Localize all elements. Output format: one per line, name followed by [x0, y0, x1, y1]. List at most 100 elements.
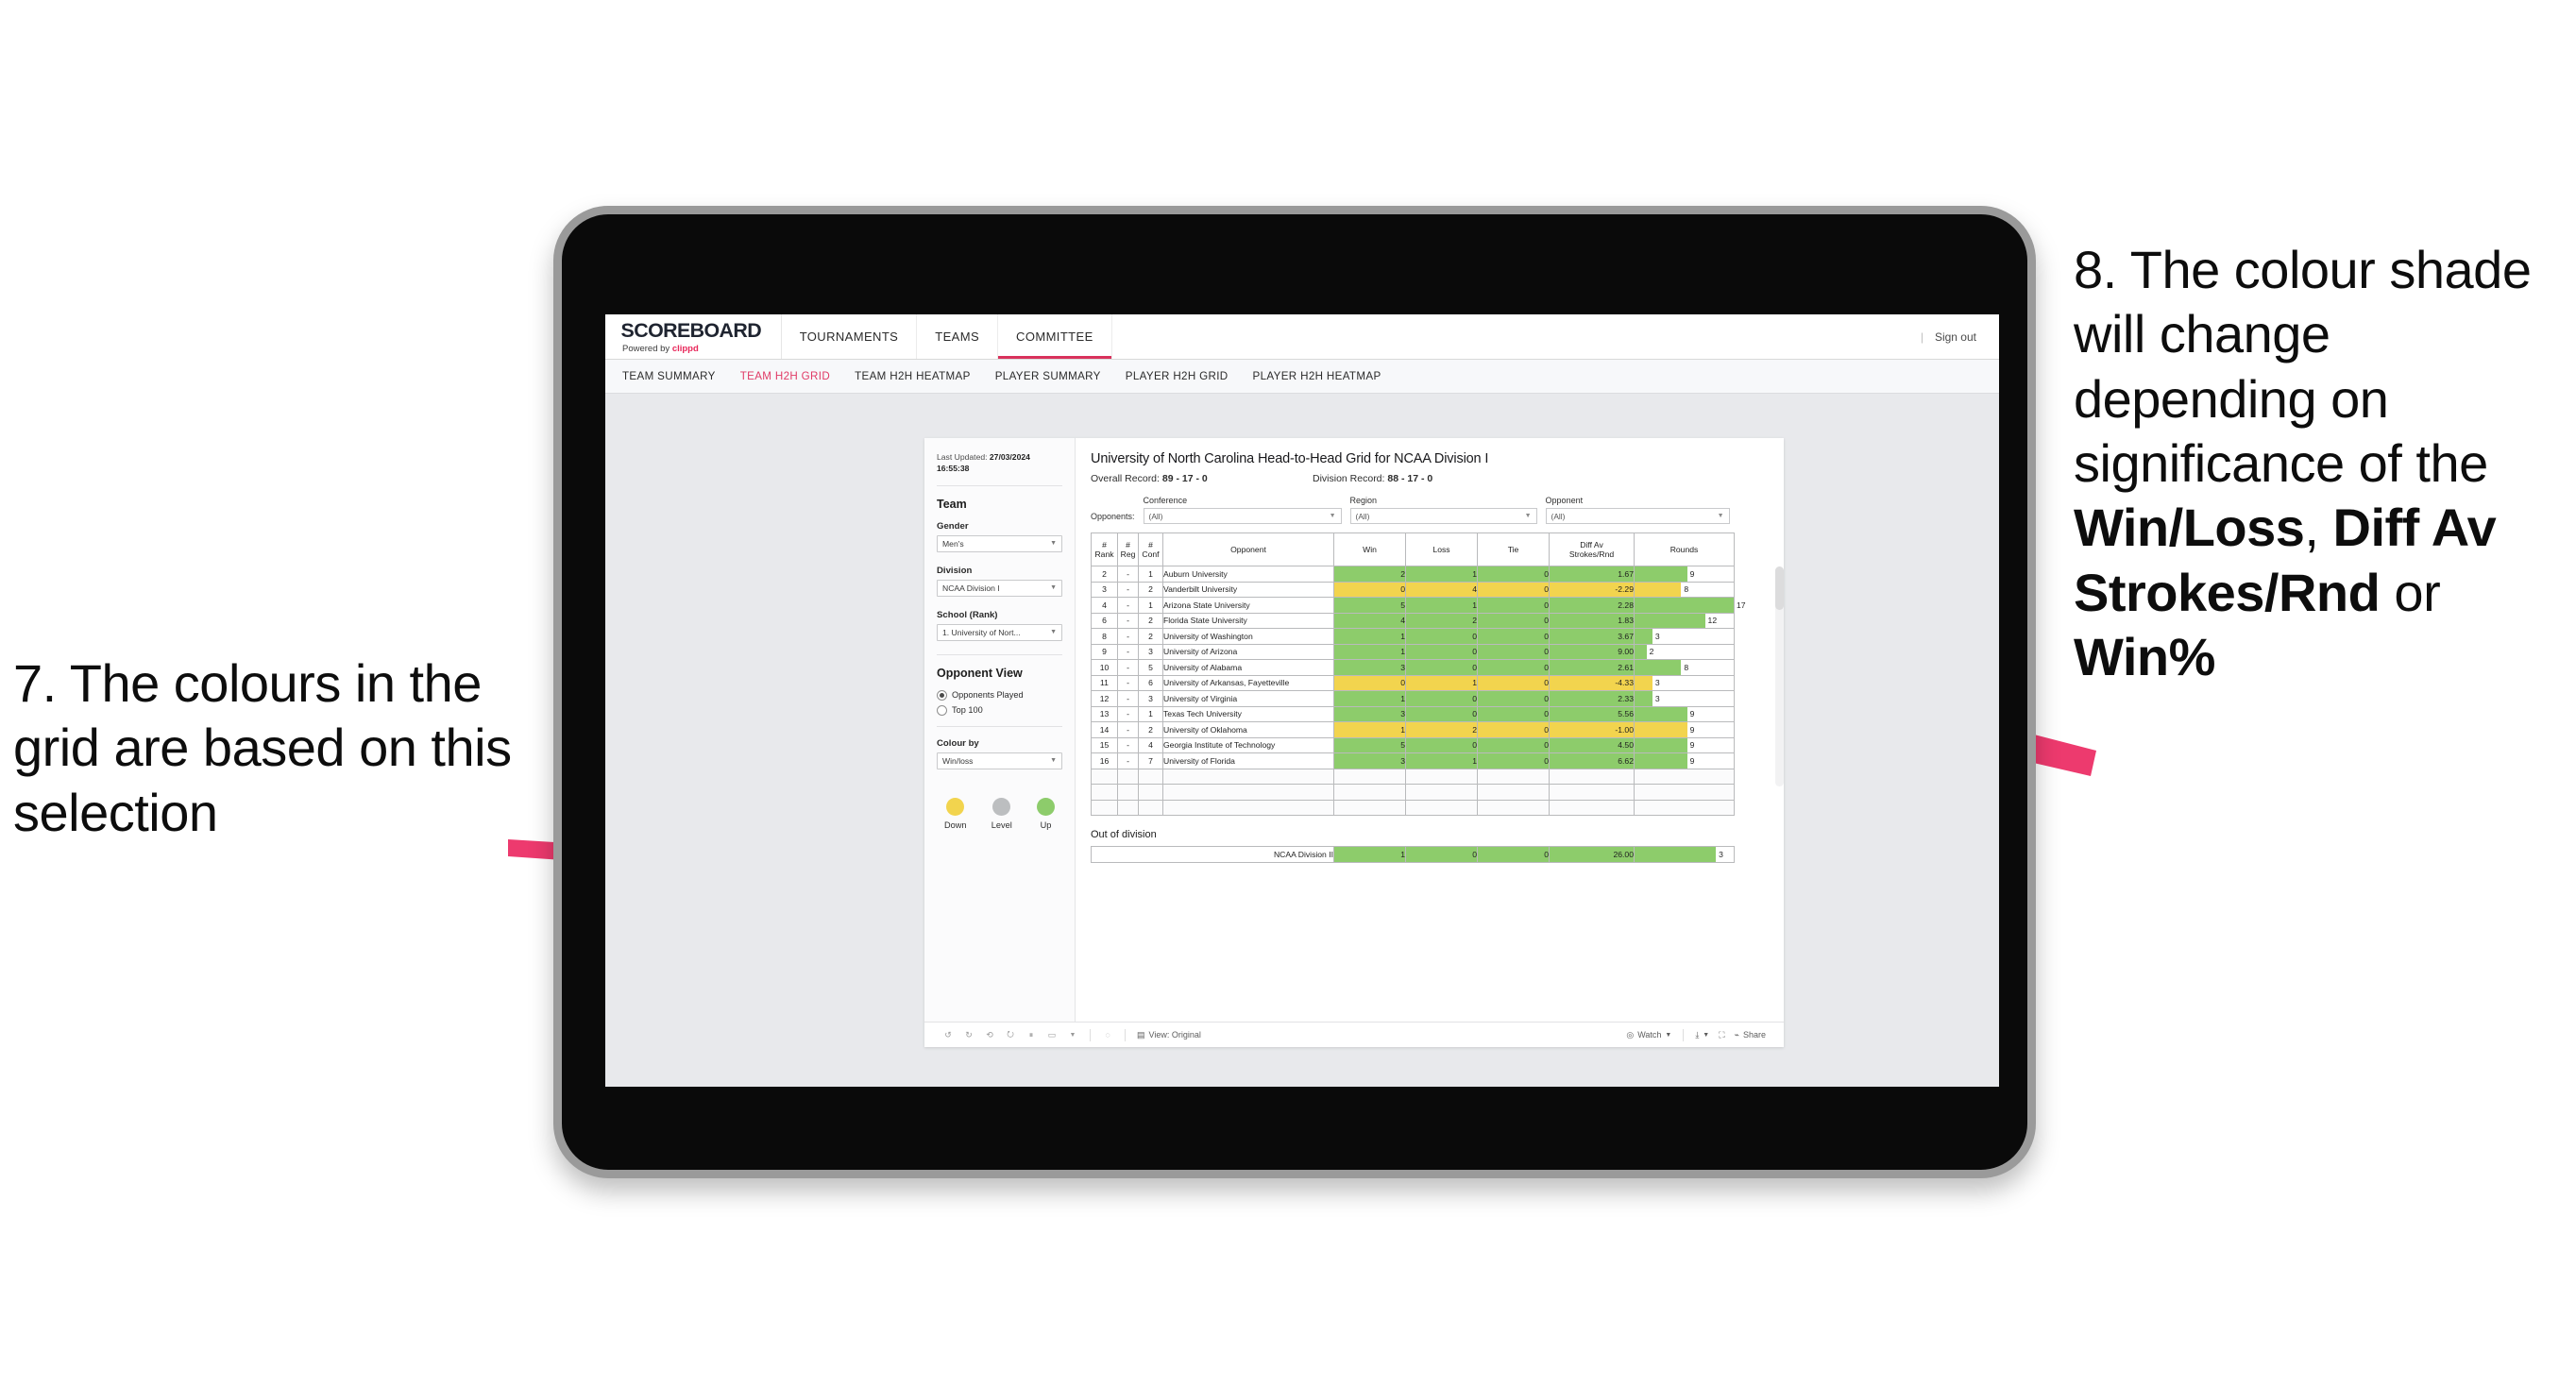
- table-row[interactable]: 11-6 University of Arkansas, Fayetteville…: [1091, 674, 1735, 691]
- nav-tab-committee[interactable]: COMMITTEE: [998, 314, 1112, 359]
- fullscreen-button[interactable]: ⛶: [1714, 1030, 1729, 1040]
- table-row[interactable]: 2-1 Auburn University 2 1 0 1.67 9: [1091, 566, 1735, 583]
- table-row[interactable]: 15-4 Georgia Institute of Technology 5 0 0 4.…: [1091, 736, 1735, 753]
- cell-tie: 0: [1477, 566, 1550, 583]
- colour-by-select[interactable]: Win/loss ▼: [937, 752, 1062, 769]
- rounds-value: 9: [1689, 740, 1695, 751]
- table-row[interactable]: 13-1 Texas Tech University 3 0 0 5.56 9: [1091, 705, 1735, 722]
- division-record-label: Division Record:: [1313, 473, 1388, 484]
- undo-icon[interactable]: ↺: [938, 1024, 958, 1045]
- share-button[interactable]: ⌁ Share: [1730, 1030, 1771, 1040]
- cell-diff-av-strokes: -4.33: [1549, 674, 1635, 691]
- subnav-player-summary[interactable]: PLAYER SUMMARY: [995, 370, 1101, 382]
- out-of-division-title: Out of division: [1091, 829, 1157, 840]
- app-header: SCOREBOARD Powered by clippd TOURNAMENTS…: [605, 314, 1999, 360]
- rounds-value: 8: [1684, 584, 1689, 595]
- nav-tab-teams[interactable]: TEAMS: [917, 314, 999, 359]
- cell-empty: [1117, 784, 1139, 801]
- h2h-grid-header: # Rank # Reg # Conf Opponent Win Loss Tie D…: [1091, 532, 1735, 566]
- subnav-player-h2h-grid[interactable]: PLAYER H2H GRID: [1126, 370, 1229, 382]
- view-original-button[interactable]: ▤ View: Original: [1132, 1030, 1206, 1040]
- ood-rounds-value: 3: [1719, 850, 1723, 859]
- refresh-icon[interactable]: ⭮: [1000, 1024, 1021, 1045]
- cell-empty: [1162, 784, 1334, 801]
- brand-powered-prefix: Powered by: [622, 343, 672, 354]
- alert-icon[interactable]: ▭: [1042, 1024, 1062, 1045]
- table-row-empty: [1091, 768, 1735, 785]
- table-row[interactable]: 4-1 Arizona State University 5 1 0 2.28 17: [1091, 597, 1746, 614]
- division-record: Division Record: 88 - 17 - 0: [1313, 473, 1432, 484]
- legend-item-up: Up: [1037, 797, 1055, 830]
- gender-value: Men's: [942, 538, 964, 549]
- brand-powered-by: Powered by clippd: [622, 344, 760, 354]
- cell-rank: 9: [1091, 643, 1118, 660]
- division-value: NCAA Division I: [942, 583, 1000, 593]
- division-select[interactable]: NCAA Division I ▼: [937, 579, 1062, 597]
- table-row[interactable]: 9-3 University of Arizona 1 0 0 9.00 2: [1091, 643, 1735, 660]
- cell-reg: -: [1117, 628, 1139, 645]
- cell-rounds: 9: [1634, 752, 1735, 769]
- help-icon[interactable]: ◌: [1097, 1024, 1118, 1045]
- filter-region-select[interactable]: (All) ▼: [1349, 508, 1537, 524]
- filter-opponent-select[interactable]: (All) ▼: [1545, 508, 1730, 524]
- cell-rank: 12: [1091, 690, 1118, 707]
- table-row[interactable]: 16-7 University of Florida 3 1 0 6.62 9: [1091, 752, 1735, 769]
- signout-separator: |: [1920, 330, 1924, 344]
- rounds-bar: [1635, 582, 1682, 597]
- radio-opponents-played[interactable]: Opponents Played: [937, 689, 1062, 701]
- table-row[interactable]: 14-2 University of Oklahoma 1 2 0 -1.00 9: [1091, 721, 1735, 738]
- cell-empty: [1138, 768, 1163, 785]
- table-row[interactable]: 8-2 University of Washington 1 0 0 3.67 3: [1091, 628, 1735, 645]
- cell-tie: 0: [1477, 752, 1550, 769]
- nav-tab-tournaments[interactable]: TOURNAMENTS: [782, 314, 918, 359]
- radio-top-100[interactable]: Top 100: [937, 704, 1062, 716]
- filter-panel: Last Updated: 27/03/2024 16:55:38 Team G…: [924, 438, 1076, 1022]
- cell-conf: 4: [1138, 736, 1163, 753]
- annotation-right-prefix: 8. The colour shade will change dependin…: [2074, 240, 2532, 493]
- filter-conference-select[interactable]: (All) ▼: [1143, 508, 1342, 524]
- grid-vertical-scrollbar[interactable]: [1775, 566, 1784, 786]
- subnav-team-summary[interactable]: TEAM SUMMARY: [622, 370, 716, 382]
- cell-opponent: University of Washington: [1162, 628, 1334, 645]
- sign-out-link[interactable]: Sign out: [1935, 330, 1976, 344]
- filter-conference-title: Conference: [1143, 496, 1188, 505]
- redo-icon[interactable]: ↻: [958, 1024, 979, 1045]
- school-rank-select[interactable]: 1. University of Nort... ▼: [937, 623, 1062, 641]
- table-row[interactable]: 6-2 Florida State University 4 2 0 1.83 12: [1091, 612, 1735, 629]
- subnav-team-h2h-grid[interactable]: TEAM H2H GRID: [740, 370, 830, 382]
- table-row[interactable]: 3-2 Vanderbilt University 0 4 0 -2.29 8: [1091, 581, 1735, 598]
- cell-opponent: Florida State University: [1162, 612, 1334, 629]
- table-row-empty: [1091, 799, 1735, 816]
- cell-empty: [1405, 768, 1478, 785]
- h2h-grid-header-row: # Rank # Reg # Conf Opponent Win Loss Tie D…: [1091, 532, 1735, 566]
- cell-rank: 8: [1091, 628, 1118, 645]
- subnav-team-h2h-heatmap[interactable]: TEAM H2H HEATMAP: [855, 370, 971, 382]
- table-row[interactable]: 12-3 University of Virginia 1 0 0 2.33 3: [1091, 690, 1735, 707]
- cell-empty: [1138, 799, 1163, 816]
- share-label: Share: [1742, 1030, 1766, 1040]
- last-updated: Last Updated: 27/03/2024 16:55:38: [937, 451, 1062, 475]
- watch-button[interactable]: ◎ Watch ▼: [1621, 1030, 1676, 1040]
- pause-updates-icon[interactable]: ⏸: [1021, 1024, 1042, 1045]
- chevron-down-icon[interactable]: ▼: [1062, 1024, 1083, 1045]
- cell-conf: 1: [1138, 597, 1163, 614]
- cell-loss: 2: [1405, 612, 1478, 629]
- col-header-opponent: Opponent: [1162, 532, 1334, 566]
- cell-empty: [1117, 768, 1139, 785]
- download-button[interactable]: ⤓ ▼: [1690, 1030, 1714, 1040]
- cell-conf: 3: [1138, 690, 1163, 707]
- dashboard-canvas: Last Updated: 27/03/2024 16:55:38 Team G…: [605, 394, 1999, 1087]
- cell-rounds: 2: [1634, 643, 1735, 660]
- record-summary: Overall Record: 89 - 17 - 0 Division Rec…: [1091, 473, 1769, 484]
- gender-select[interactable]: Men's ▼: [937, 534, 1062, 552]
- rounds-bar: [1635, 644, 1647, 659]
- subnav-player-h2h-heatmap[interactable]: PLAYER H2H HEATMAP: [1253, 370, 1381, 382]
- revert-icon[interactable]: ⟲: [979, 1024, 1000, 1045]
- cell-rank: 14: [1091, 721, 1118, 738]
- grid-scrollbar-thumb[interactable]: [1775, 566, 1784, 610]
- colour-by-value: Win/loss: [942, 755, 974, 766]
- cell-opponent: Auburn University: [1162, 566, 1334, 583]
- cell-opponent: Vanderbilt University: [1162, 581, 1334, 598]
- cell-rounds: 9: [1634, 721, 1735, 738]
- table-row[interactable]: 10-5 University of Alabama 3 0 0 2.61 8: [1091, 659, 1735, 676]
